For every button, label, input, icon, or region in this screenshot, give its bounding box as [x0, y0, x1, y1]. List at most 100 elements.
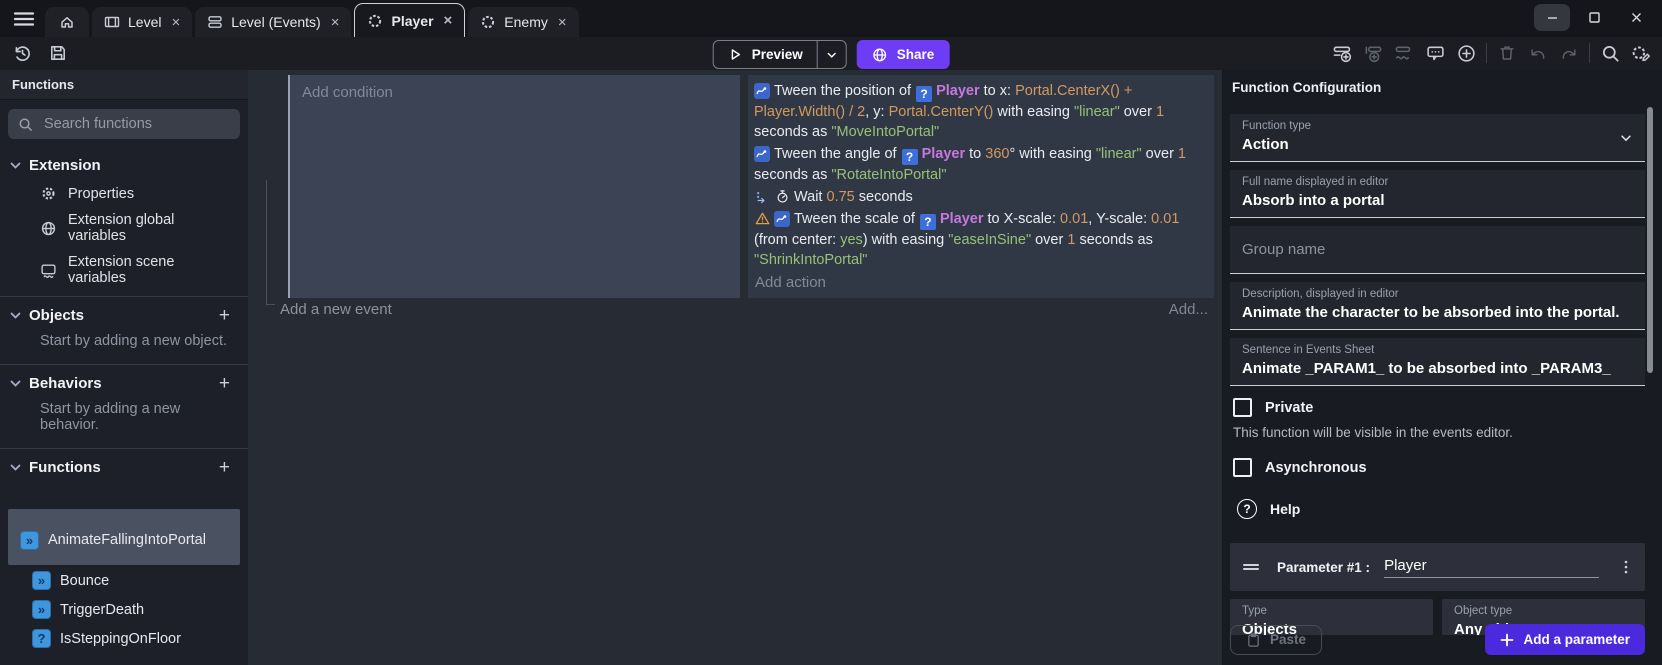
add-more-button[interactable]: Add... [1169, 301, 1208, 318]
play-icon [728, 47, 743, 62]
save-icon[interactable] [46, 41, 70, 65]
section-extension[interactable]: Extension [0, 148, 248, 180]
toolbar-divider [1589, 43, 1590, 63]
close-button[interactable] [1618, 4, 1654, 31]
scene-icon [104, 14, 120, 30]
search-functions-input[interactable] [42, 115, 230, 133]
panel-body: Function type Action Full name displayed… [1230, 114, 1645, 665]
tab-home[interactable] [45, 7, 89, 37]
field-value: Absorb into a portal [1242, 192, 1633, 209]
function-type-field[interactable]: Function type Action [1230, 114, 1645, 162]
event-actions-list: Tween the position of ?Player to x: Port… [754, 80, 1206, 271]
add-subevent-icon[interactable] [1362, 41, 1384, 65]
drag-handle-icon[interactable] [1242, 560, 1260, 574]
preview-dropdown-button[interactable] [817, 41, 846, 68]
section-objects[interactable]: Objects + [0, 297, 248, 331]
sidebar-item-extension-global-variables[interactable]: Extension global variables [0, 207, 248, 249]
field-label: Description, displayed in editor [1242, 288, 1633, 300]
section-behaviors[interactable]: Behaviors + [0, 365, 248, 399]
add-condition-button[interactable]: Add condition [302, 84, 393, 101]
search-icon [18, 117, 33, 132]
search-functions-box[interactable] [8, 109, 240, 139]
panel-scrollbar[interactable] [1647, 107, 1653, 373]
private-checkbox-row[interactable]: Private [1233, 398, 1645, 417]
full-name-field[interactable]: Full name displayed in editor Absorb int… [1230, 170, 1645, 218]
tween-icon [754, 83, 770, 99]
redo-icon[interactable] [1558, 41, 1580, 65]
private-checkbox[interactable] [1233, 398, 1252, 417]
add-parameter-button[interactable]: Add a parameter [1485, 624, 1645, 655]
chevron-down-icon[interactable] [1619, 131, 1633, 145]
help-button[interactable]: ? Help [1237, 499, 1645, 519]
toolbar-left [10, 41, 70, 65]
delete-icon[interactable] [1496, 41, 1518, 65]
sentence-field[interactable]: Sentence in Events Sheet Animate _PARAM1… [1230, 338, 1645, 386]
edit-extension-icon[interactable] [1630, 41, 1652, 65]
condition-action-divider [740, 75, 748, 298]
window-controls [1534, 4, 1654, 31]
description-field[interactable]: Description, displayed in editor Animate… [1230, 282, 1645, 330]
event-action[interactable]: Wait 0.75 seconds [754, 186, 1206, 208]
toolbar-divider [1486, 43, 1487, 63]
field-label: Full name displayed in editor [1242, 176, 1633, 188]
kebab-menu-icon[interactable] [1619, 559, 1633, 575]
menu-icon[interactable] [12, 8, 36, 30]
event-action[interactable]: Tween the angle of ?Player to 360° with … [754, 143, 1206, 186]
sidebar-item-extension-scene-variables[interactable]: Extension scene variables [0, 249, 248, 291]
tab-label: Player [391, 13, 433, 29]
field-value: Animate the character to be absorbed int… [1242, 304, 1633, 321]
close-icon[interactable]: × [331, 15, 340, 30]
add-object-button[interactable]: + [219, 306, 230, 325]
add-new-event-button[interactable]: Add a new event [280, 301, 392, 318]
function-item-issteppingonfloor[interactable]: ? IsSteppingOnFloor [8, 625, 240, 652]
add-event-icon[interactable] [1331, 41, 1353, 65]
section-label: Objects [29, 307, 84, 324]
group-name-field[interactable]: Group name [1230, 226, 1645, 274]
function-item-label: Bounce [60, 573, 109, 589]
add-function-button[interactable]: + [219, 458, 230, 477]
event-action[interactable]: Tween the position of ?Player to x: Port… [754, 80, 1206, 143]
add-behavior-button[interactable]: + [219, 374, 230, 393]
tab-player[interactable]: Player × [354, 3, 465, 37]
close-icon[interactable]: × [171, 15, 180, 30]
section-functions[interactable]: Functions + [0, 449, 248, 483]
asynchronous-checkbox-row[interactable]: Asynchronous [1233, 458, 1645, 477]
undo-icon[interactable] [1527, 41, 1549, 65]
parameter-row[interactable]: Parameter #1 : Player [1230, 543, 1645, 591]
asynchronous-checkbox[interactable] [1233, 458, 1252, 477]
warning-icon [754, 211, 770, 227]
close-icon[interactable]: × [558, 15, 567, 30]
add-more-icon[interactable] [1455, 41, 1477, 65]
add-other-event-icon[interactable] [1393, 41, 1415, 65]
sidebar-item-label: Extension scene variables [68, 254, 236, 286]
minimize-button[interactable] [1534, 4, 1570, 31]
event[interactable]: Add condition Tween the position of ?Pla… [288, 75, 1214, 298]
async-icon [754, 189, 770, 205]
search-icon[interactable] [1599, 41, 1621, 65]
history-icon[interactable] [10, 41, 34, 65]
tab-enemy[interactable]: Enemy × [468, 7, 578, 37]
field-label: Function type [1242, 120, 1633, 132]
share-button[interactable]: Share [857, 40, 950, 69]
paste-button[interactable]: Paste [1230, 625, 1322, 655]
tab-level-events[interactable]: Level (Events) × [195, 7, 351, 37]
add-action-button[interactable]: Add action [754, 271, 1206, 291]
maximize-button[interactable] [1576, 4, 1612, 31]
function-item-triggerdeath[interactable]: » TriggerDeath [8, 596, 240, 623]
event-action[interactable]: Tween the scale of ?Player to X-scale: 0… [754, 208, 1206, 271]
scene-variables-icon [40, 262, 57, 279]
tab-level[interactable]: Level × [92, 7, 192, 37]
close-icon[interactable]: × [444, 13, 453, 28]
function-item-bounce[interactable]: » Bounce [8, 567, 240, 594]
add-comment-icon[interactable] [1424, 41, 1446, 65]
event-conditions[interactable]: Add condition [288, 75, 740, 298]
function-item-animatefallingintoportal[interactable]: » AnimateFallingIntoPortal [8, 509, 240, 565]
tab-label: Enemy [504, 14, 548, 30]
preview-button[interactable]: Preview [713, 40, 847, 69]
section-label: Behaviors [29, 375, 102, 392]
function-item-label: TriggerDeath [60, 602, 144, 618]
function-item-label: AnimateFallingIntoPortal [48, 532, 206, 548]
sidebar-item-properties[interactable]: Properties [0, 180, 248, 207]
object-name: Player [940, 211, 984, 227]
parameter-name-input[interactable]: Player [1384, 557, 1599, 578]
